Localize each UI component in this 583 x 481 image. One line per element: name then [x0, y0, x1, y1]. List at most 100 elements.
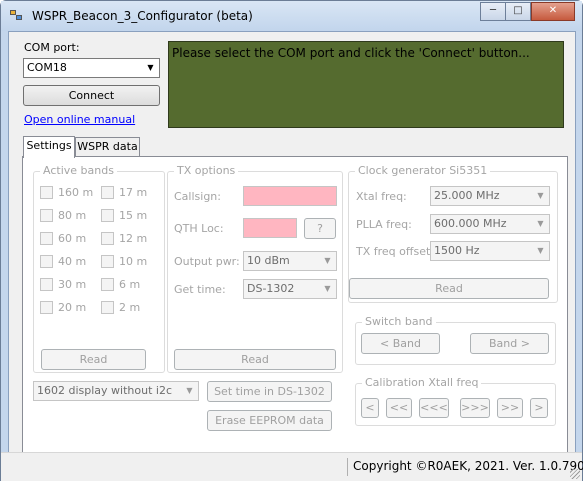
status-display: Please select the COM port and click the…: [168, 41, 564, 128]
band-checkbox[interactable]: [101, 255, 114, 268]
band-checkbox[interactable]: [101, 278, 114, 291]
maximize-icon: □: [513, 5, 523, 16]
band-checkbox[interactable]: [40, 232, 53, 245]
chevron-down-icon: ▼: [147, 63, 154, 72]
plla-freq-value: 600.000 MHz: [434, 217, 507, 230]
com-port-select[interactable]: COM18 ▼: [23, 58, 160, 78]
output-power-label: Output pwr:: [174, 255, 240, 268]
band-label: 160 m: [58, 186, 94, 199]
band-checkbox[interactable]: [101, 232, 114, 245]
chevron-down-icon: ▼: [324, 284, 331, 293]
tx-read-button[interactable]: Read: [174, 349, 336, 370]
calibrate-up-2-button[interactable]: >>: [497, 398, 523, 418]
band-label: 2 m: [119, 301, 141, 314]
next-band-button[interactable]: Band >: [470, 333, 549, 354]
resize-grip-icon[interactable]: [570, 469, 580, 479]
clock-generator-group: Clock generator Si5351 Xtal freq: 25.000…: [348, 164, 558, 303]
band-label: 10 m: [119, 255, 148, 268]
main-panel: COM port: COM18 ▼ Connect Open online ma…: [8, 31, 576, 474]
band-label: 17 m: [119, 186, 148, 199]
qth-input[interactable]: [243, 218, 297, 238]
band-checkbox[interactable]: [101, 301, 114, 314]
tx-options-group: TX options Callsign: QTH Loc: ? Output p…: [167, 164, 343, 373]
bands-read-button[interactable]: Read: [41, 349, 146, 370]
clock-generator-title: Clock generator Si5351: [355, 164, 491, 177]
calibrate-up-1-button[interactable]: >: [530, 398, 548, 418]
active-bands-group: Active bands 160 m 80 m 60 m 40 m 30 m 2…: [33, 164, 165, 373]
calibrate-down-2-button[interactable]: <<: [386, 398, 412, 418]
callsign-input[interactable]: [243, 186, 337, 206]
switch-band-title: Switch band: [362, 315, 436, 328]
set-time-button[interactable]: Set time in DS-1302: [207, 381, 332, 402]
calibrate-down-1-button[interactable]: <: [361, 398, 379, 418]
qth-help-button[interactable]: ?: [304, 218, 336, 239]
chevron-down-icon: ▼: [537, 246, 544, 255]
switch-band-group: Switch band < Band Band >: [355, 315, 556, 365]
settings-panel: Active bands 160 m 80 m 60 m 40 m 30 m 2…: [22, 156, 568, 465]
output-power-select[interactable]: 10 dBm ▼: [243, 251, 337, 271]
com-port-label: COM port:: [24, 41, 80, 54]
app-window: WSPR_Beacon_3_Configurator (beta) ─ □ ✕ …: [0, 0, 583, 481]
get-time-select[interactable]: DS-1302 ▼: [243, 279, 337, 299]
tab-wspr-data[interactable]: WSPR data: [75, 137, 140, 157]
band-label: 15 m: [119, 209, 148, 222]
clock-read-button[interactable]: Read: [349, 278, 549, 299]
band-label: 60 m: [58, 232, 87, 245]
band-checkbox[interactable]: [101, 209, 114, 222]
band-checkbox[interactable]: [40, 301, 53, 314]
com-port-value: COM18: [27, 61, 67, 74]
app-icon: [10, 10, 24, 22]
minimize-button[interactable]: ─: [480, 2, 506, 21]
callsign-label: Callsign:: [174, 190, 221, 203]
minimize-icon: ─: [489, 5, 497, 16]
tx-offset-select[interactable]: 1500 Hz ▼: [430, 241, 550, 261]
get-time-label: Get time:: [174, 283, 226, 296]
online-manual-link[interactable]: Open online manual: [24, 113, 135, 126]
display-type-value: 1602 display without i2c: [37, 384, 172, 397]
band-label: 80 m: [58, 209, 87, 222]
copyright-text: Copyright ©R0AEK, 2021. Ver. 1.0.7902: [353, 459, 583, 473]
maximize-button[interactable]: □: [505, 2, 531, 21]
calibration-title: Calibration Xtall freq: [362, 376, 482, 389]
band-label: 6 m: [119, 278, 141, 291]
tx-options-title: TX options: [174, 164, 239, 177]
output-power-value: 10 dBm: [247, 254, 290, 267]
status-separator: [347, 458, 348, 476]
chevron-down-icon: ▼: [324, 256, 331, 265]
qth-label: QTH Loc:: [174, 222, 224, 235]
band-label: 20 m: [58, 301, 87, 314]
band-checkbox[interactable]: [40, 278, 53, 291]
tx-offset-value: 1500 Hz: [434, 244, 480, 257]
band-label: 30 m: [58, 278, 87, 291]
connect-button[interactable]: Connect: [23, 85, 160, 106]
window-title: WSPR_Beacon_3_Configurator (beta): [32, 9, 253, 23]
chevron-down-icon: ▼: [537, 191, 544, 200]
band-checkbox[interactable]: [40, 186, 53, 199]
band-label: 12 m: [119, 232, 148, 245]
close-button[interactable]: ✕: [531, 2, 575, 21]
tab-settings[interactable]: Settings: [23, 136, 75, 158]
previous-band-button[interactable]: < Band: [361, 333, 440, 354]
band-checkbox[interactable]: [40, 255, 53, 268]
xtal-freq-label: Xtal freq:: [356, 190, 407, 203]
calibration-group: Calibration Xtall freq < << <<< >>> >> >: [355, 376, 556, 426]
display-type-select[interactable]: 1602 display without i2c ▼: [33, 381, 199, 401]
calibrate-down-3-button[interactable]: <<<: [419, 398, 449, 418]
status-display-message: Please select the COM port and click the…: [172, 46, 530, 60]
tx-offset-label: TX freq offset:: [356, 245, 434, 258]
band-label: 40 m: [58, 255, 87, 268]
plla-freq-select[interactable]: 600.000 MHz ▼: [430, 214, 550, 234]
band-checkbox[interactable]: [40, 209, 53, 222]
chevron-down-icon: ▼: [186, 386, 193, 395]
close-icon: ✕: [548, 5, 558, 16]
xtal-freq-select[interactable]: 25.000 MHz ▼: [430, 186, 550, 206]
calibrate-up-3-button[interactable]: >>>: [460, 398, 490, 418]
plla-freq-label: PLLA freq:: [356, 218, 412, 231]
title-bar[interactable]: WSPR_Beacon_3_Configurator (beta) ─ □ ✕: [1, 1, 582, 31]
erase-eeprom-button[interactable]: Erase EEPROM data: [207, 410, 332, 431]
chevron-down-icon: ▼: [537, 219, 544, 228]
status-bar: Copyright ©R0AEK, 2021. Ver. 1.0.7902: [1, 452, 583, 481]
band-checkbox[interactable]: [101, 186, 114, 199]
get-time-value: DS-1302: [247, 282, 295, 295]
xtal-freq-value: 25.000 MHz: [434, 189, 500, 202]
